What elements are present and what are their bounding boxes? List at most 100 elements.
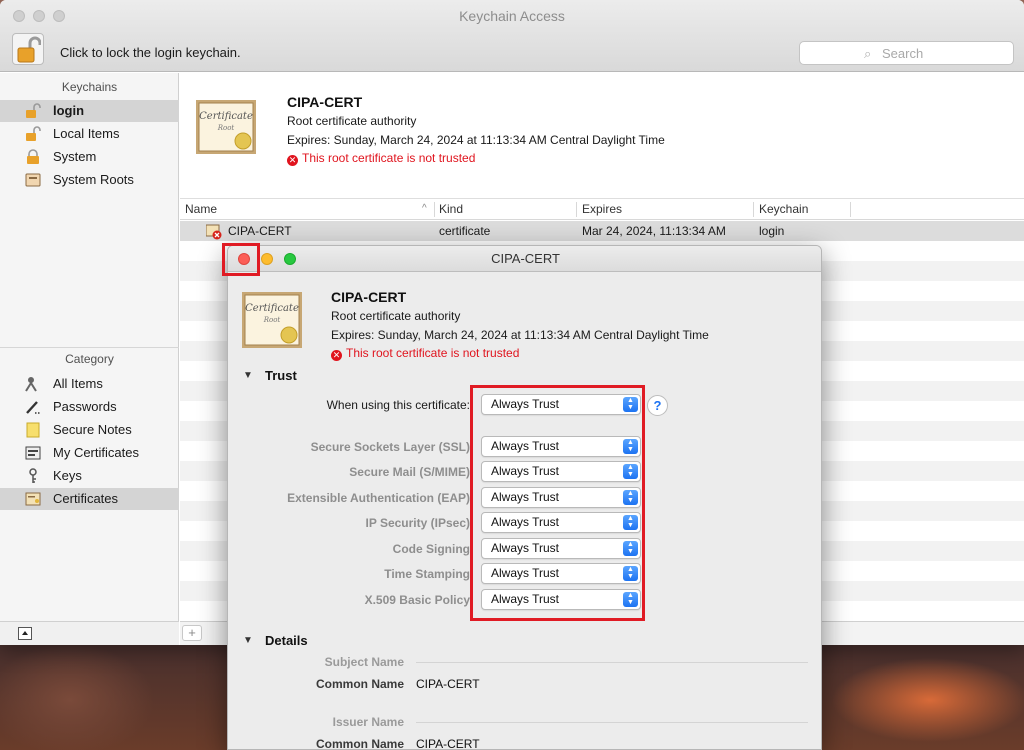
policy-label-eap: Extensible Authentication (EAP): [287, 491, 470, 505]
trust-section-label: Trust: [265, 368, 297, 383]
key-icon: [29, 468, 37, 483]
id-card-icon: [25, 446, 41, 460]
issuer-common-name-value: CIPA-CERT: [416, 737, 480, 750]
sidebar-item-all-items[interactable]: All Items: [0, 373, 179, 395]
dialog-cert-type: Root certificate authority: [331, 309, 461, 323]
subject-name-header: Subject Name: [324, 655, 404, 669]
policy-label-ssl: Secure Sockets Layer (SSL): [310, 440, 470, 454]
sidebar-item-label: System: [53, 149, 97, 164]
sidebar-item-certificates[interactable]: Certificates: [0, 488, 179, 510]
people-icon: [25, 377, 37, 392]
search-field[interactable]: ⌕: [799, 41, 1014, 65]
dialog-title: CIPA-CERT: [491, 251, 560, 266]
unlocked-padlock-icon: [17, 36, 41, 63]
error-icon: ✕: [331, 350, 342, 361]
sidebar-item-system[interactable]: System: [0, 146, 179, 168]
column-keychain[interactable]: Keychain: [759, 202, 808, 218]
certificate-summary: Certificate Root CIPA-CERT Root certific…: [180, 73, 1024, 199]
dialog-cert-error-text: This root certificate is not trusted: [346, 346, 520, 360]
row-name: CIPA-CERT: [228, 224, 292, 238]
table-header: Name ^ Kind Expires Keychain: [180, 199, 1024, 220]
sidebar-item-system-roots[interactable]: System Roots: [0, 169, 179, 191]
unlocked-padlock-icon: [26, 103, 41, 118]
column-kind[interactable]: Kind: [439, 202, 463, 218]
sidebar-item-label: Certificates: [53, 491, 119, 506]
sidebar-item-passwords[interactable]: Passwords: [0, 396, 179, 418]
cert-expires: Expires: Sunday, March 24, 2024 at 11:13…: [287, 133, 665, 147]
svg-text:Root: Root: [217, 124, 235, 132]
sidebar-item-keys[interactable]: Keys: [0, 465, 179, 487]
row-kind: certificate: [439, 224, 491, 238]
details-section-label: Details: [265, 633, 308, 648]
sidebar-item-my-certificates[interactable]: My Certificates: [0, 442, 179, 464]
sidebar-item-secure-notes[interactable]: Secure Notes: [0, 419, 179, 441]
svg-text:Certificate: Certificate: [199, 111, 253, 122]
disclosure-triangle-icon[interactable]: ▼: [243, 635, 253, 646]
lock-keychain-button[interactable]: [12, 33, 44, 65]
sort-ascending-icon: ^: [422, 203, 427, 214]
policy-label-code-signing: Code Signing: [392, 542, 470, 556]
search-input[interactable]: [882, 44, 1002, 62]
sidebar-item-label: System Roots: [53, 172, 134, 187]
disclosure-triangle-icon[interactable]: ▼: [243, 370, 253, 381]
untrusted-certificate-icon: [206, 224, 222, 240]
column-separator: [434, 202, 435, 217]
sidebar-item-local-items[interactable]: Local Items: [0, 123, 179, 145]
column-expires[interactable]: Expires: [582, 202, 622, 218]
sidebar: Keychains login Local Items System Syste…: [0, 73, 179, 645]
when-using-label: When using this certificate:: [326, 398, 470, 412]
sidebar-item-login[interactable]: login: [0, 100, 179, 122]
error-icon: ✕: [287, 155, 298, 166]
certificate-icon: Certificate Root: [196, 100, 256, 154]
column-separator: [753, 202, 754, 217]
help-button[interactable]: ?: [647, 395, 668, 416]
sidebar-item-label: All Items: [53, 376, 103, 391]
search-icon: ⌕: [864, 46, 872, 61]
svg-text:Certificate: Certificate: [245, 303, 299, 314]
show-hide-sidebar-icon[interactable]: [18, 627, 32, 640]
cert-error-text: This root certificate is not trusted: [302, 151, 476, 165]
table-row[interactable]: CIPA-CERT certificate Mar 24, 2024, 11:1…: [180, 221, 1024, 241]
category-header: Category: [65, 352, 114, 366]
subject-common-name-value: CIPA-CERT: [416, 677, 480, 691]
sidebar-item-label: Local Items: [53, 126, 120, 141]
pencil-icon: [26, 401, 40, 414]
sidebar-item-label: Passwords: [53, 399, 117, 414]
policy-label-ipsec: IP Security (IPsec): [365, 516, 471, 530]
sidebar-item-label: Keys: [53, 468, 82, 483]
cert-error: ✕ This root certificate is not trusted: [287, 151, 475, 166]
policy-label-x509: X.509 Basic Policy: [364, 593, 470, 607]
certificate-icon: Certificate Root: [242, 292, 302, 348]
column-name[interactable]: Name: [185, 202, 217, 218]
section-rule: [416, 722, 808, 723]
dialog-cert-error: ✕ This root certificate is not trusted: [331, 346, 519, 361]
issuer-common-name-label: Common Name: [315, 737, 404, 750]
locked-padlock-icon: [27, 149, 39, 164]
keychains-header: Keychains: [61, 80, 118, 94]
certificate-icon: [25, 492, 41, 506]
cabinet-icon: [25, 173, 41, 187]
svg-text:Root: Root: [263, 316, 281, 324]
section-rule: [416, 662, 808, 663]
close-button-highlight: [222, 243, 260, 276]
row-keychain: login: [759, 224, 785, 238]
dialog-titlebar: CIPA-CERT: [228, 246, 821, 272]
dialog-cert-name: CIPA-CERT: [331, 289, 407, 305]
window-title: Keychain Access: [459, 8, 565, 24]
sidebar-divider: [0, 347, 179, 348]
window-toolbar: Keychain Access Click to lock the login …: [0, 0, 1024, 72]
column-separator: [850, 202, 851, 217]
cert-name: CIPA-CERT: [287, 94, 363, 110]
sidebar-footer: [0, 621, 179, 645]
sidebar-item-label: login: [53, 103, 85, 118]
trust-settings-highlight: [470, 385, 645, 621]
lock-keychain-label: Click to lock the login keychain.: [60, 45, 241, 60]
row-expires: Mar 24, 2024, 11:13:34 AM: [582, 224, 726, 238]
policy-label-smime: Secure Mail (S/MIME): [349, 465, 470, 479]
dialog-cert-expires: Expires: Sunday, March 24, 2024 at 11:13…: [331, 328, 709, 342]
cert-type: Root certificate authority: [287, 114, 417, 128]
sidebar-item-label: My Certificates: [53, 445, 139, 460]
sidebar-item-label: Secure Notes: [53, 422, 132, 437]
unlocked-padlock-icon: [26, 126, 41, 141]
add-item-button[interactable]: +: [182, 625, 202, 641]
